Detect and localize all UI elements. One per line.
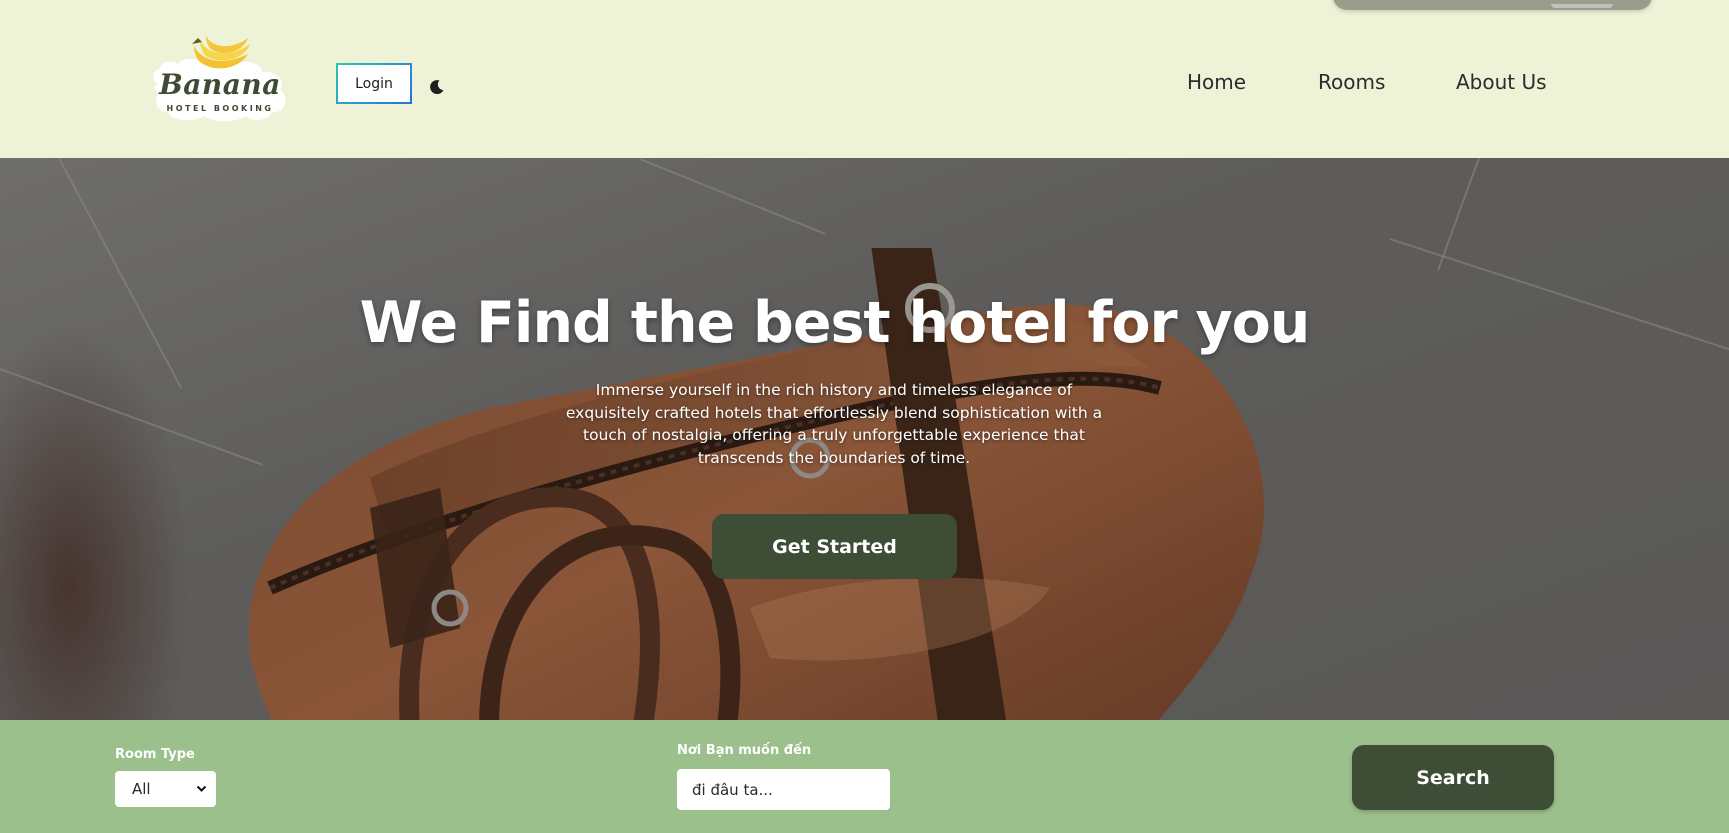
nav-about-us[interactable]: About Us [1456, 70, 1547, 94]
moon-icon [430, 80, 444, 95]
logo-subtitle: HOTEL BOOKING [166, 104, 274, 113]
login-button[interactable]: Login [336, 63, 412, 104]
hero-description: Immerse yourself in the rich history and… [565, 381, 1103, 467]
brand-logo[interactable]: Banana HOTEL BOOKING [150, 32, 290, 124]
destination-label: Nơi Bạn muốn đến [677, 743, 812, 758]
room-type-select[interactable]: All [115, 771, 216, 807]
search-button[interactable]: Search [1352, 745, 1554, 810]
room-type-value: All [132, 780, 151, 798]
top-tab-handle [1551, 4, 1613, 8]
nav-home[interactable]: Home [1187, 70, 1246, 94]
theme-toggle-button[interactable] [427, 77, 447, 97]
hero-section: We Find the best hotel for you Immerse y… [0, 158, 1729, 720]
search-bar: Room Type All Nơi Bạn muốn đến Search [0, 720, 1729, 833]
logo-script-text: Banana [159, 68, 281, 101]
nav-rooms[interactable]: Rooms [1318, 70, 1385, 94]
site-header: Banana HOTEL BOOKING Login Home Rooms Ab… [0, 0, 1729, 158]
room-type-label: Room Type [115, 747, 195, 762]
destination-input[interactable] [677, 769, 890, 810]
hero-title: We Find the best hotel for you [359, 290, 1311, 356]
get-started-button[interactable]: Get Started [712, 514, 957, 579]
hero-content: We Find the best hotel for you Immerse y… [0, 158, 1729, 720]
chevron-down-icon [196, 785, 207, 792]
top-dropdown-tab[interactable] [1333, 0, 1652, 10]
